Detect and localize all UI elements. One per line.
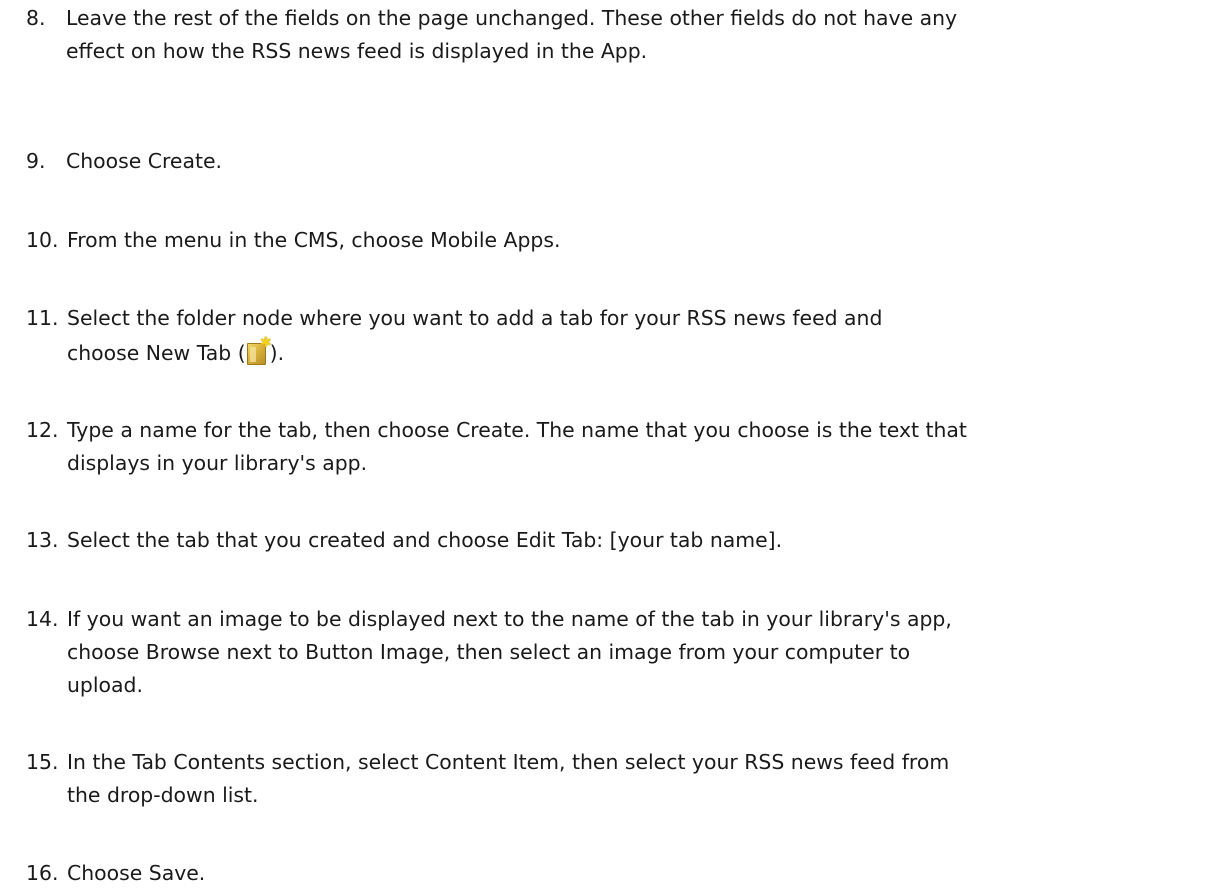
step-line: displays in your library's app. <box>67 451 368 475</box>
step-line: Select the folder node where you want to… <box>67 306 883 330</box>
step-9: 9. Choose Create. <box>26 145 1201 178</box>
step-number: 11. <box>26 306 59 330</box>
step-number: 14. <box>26 607 59 631</box>
step-text: Choose Create. <box>66 145 222 178</box>
step-line: Type a name for the tab, then choose Cre… <box>67 418 967 442</box>
step-text: Choose Save. <box>67 857 205 890</box>
step-number: 13. <box>26 528 59 552</box>
step-line: If you want an image to be displayed nex… <box>67 607 952 631</box>
step-10: 10. From the menu in the CMS, choose Mob… <box>26 224 1201 257</box>
step-line: Select the tab that you created and choo… <box>67 528 783 552</box>
step-8: 8. Leave the rest of the fields on the p… <box>26 2 1201 68</box>
step-number: 16. <box>26 861 59 885</box>
step-line-with-icon: choose New Tab (✱). <box>67 335 882 371</box>
step-11: 11. Select the folder node where you wan… <box>26 302 1201 371</box>
step-line-prefix: choose New Tab ( <box>67 341 246 365</box>
step-line: Choose Create. <box>66 149 222 173</box>
step-line: the drop-down list. <box>67 783 259 807</box>
step-number: 9. <box>26 149 46 173</box>
step-line: Choose Save. <box>67 861 206 885</box>
step-text: Select the folder node where you want to… <box>67 302 882 371</box>
step-text: Type a name for the tab, then choose Cre… <box>67 414 967 480</box>
step-line: Leave the rest of the fields on the page… <box>66 6 958 30</box>
step-13: 13. Select the tab that you created and … <box>26 524 1201 557</box>
step-line: In the Tab Contents section, select Cont… <box>67 750 950 774</box>
step-text: Select the tab that you created and choo… <box>67 524 782 557</box>
step-text: In the Tab Contents section, select Cont… <box>67 746 949 812</box>
step-number: 10. <box>26 228 59 252</box>
new-tab-icon: ✱ <box>246 336 272 365</box>
step-line: From the menu in the CMS, choose Mobile … <box>67 228 561 252</box>
step-14: 14. If you want an image to be displayed… <box>26 603 1201 702</box>
step-line: effect on how the RSS news feed is displ… <box>66 39 648 63</box>
step-12: 12. Type a name for the tab, then choose… <box>26 414 1201 480</box>
step-number: 12. <box>26 418 59 442</box>
step-16: 16. Choose Save. <box>26 857 1201 890</box>
step-text: If you want an image to be displayed nex… <box>67 603 952 702</box>
step-line: choose Browse next to Button Image, then… <box>67 640 911 664</box>
step-number: 15. <box>26 750 59 774</box>
instruction-document: 8. Leave the rest of the fields on the p… <box>0 0 1207 896</box>
step-15: 15. In the Tab Contents section, select … <box>26 746 1201 812</box>
step-text: Leave the rest of the fields on the page… <box>66 2 957 68</box>
step-line: upload. <box>67 673 143 697</box>
step-text: From the menu in the CMS, choose Mobile … <box>67 224 560 257</box>
step-number: 8. <box>26 6 46 30</box>
